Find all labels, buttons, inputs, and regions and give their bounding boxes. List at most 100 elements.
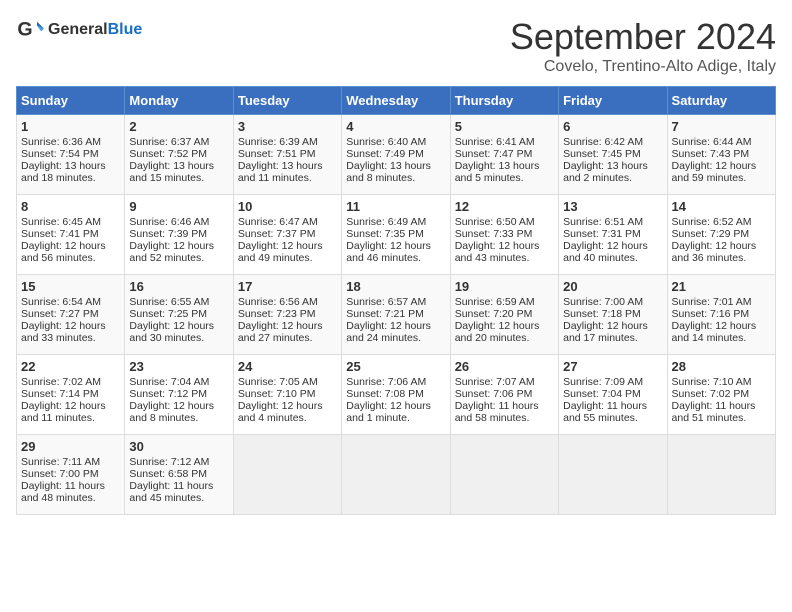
day-number: 24	[238, 359, 337, 374]
calendar-week-row: 22Sunrise: 7:02 AMSunset: 7:14 PMDayligh…	[17, 355, 776, 435]
daylight-text: Daylight: 12 hours and 14 minutes.	[672, 320, 757, 344]
day-number: 2	[129, 119, 228, 134]
sunrise-text: Sunrise: 6:44 AM	[672, 136, 752, 148]
calendar-cell: 30Sunrise: 7:12 AMSunset: 6:58 PMDayligh…	[125, 435, 233, 515]
daylight-text: Daylight: 12 hours and 49 minutes.	[238, 240, 323, 264]
day-number: 13	[563, 199, 662, 214]
daylight-text: Daylight: 11 hours and 48 minutes.	[21, 480, 105, 504]
day-number: 28	[672, 359, 771, 374]
sunrise-text: Sunrise: 6:42 AM	[563, 136, 643, 148]
sunset-text: Sunset: 7:31 PM	[563, 228, 641, 240]
calendar-cell: 22Sunrise: 7:02 AMSunset: 7:14 PMDayligh…	[17, 355, 125, 435]
sunset-text: Sunset: 7:43 PM	[672, 148, 750, 160]
day-number: 26	[455, 359, 554, 374]
sunrise-text: Sunrise: 6:55 AM	[129, 296, 209, 308]
daylight-text: Daylight: 12 hours and 1 minute.	[346, 400, 431, 424]
calendar-cell: 23Sunrise: 7:04 AMSunset: 7:12 PMDayligh…	[125, 355, 233, 435]
daylight-text: Daylight: 13 hours and 5 minutes.	[455, 160, 540, 184]
calendar-cell: 17Sunrise: 6:56 AMSunset: 7:23 PMDayligh…	[233, 275, 341, 355]
calendar-cell: 21Sunrise: 7:01 AMSunset: 7:16 PMDayligh…	[667, 275, 775, 355]
sunset-text: Sunset: 7:54 PM	[21, 148, 99, 160]
sunset-text: Sunset: 7:39 PM	[129, 228, 207, 240]
calendar-cell	[450, 435, 558, 515]
daylight-text: Daylight: 13 hours and 8 minutes.	[346, 160, 431, 184]
day-number: 25	[346, 359, 445, 374]
calendar-week-row: 15Sunrise: 6:54 AMSunset: 7:27 PMDayligh…	[17, 275, 776, 355]
sunset-text: Sunset: 7:41 PM	[21, 228, 99, 240]
calendar-cell: 11Sunrise: 6:49 AMSunset: 7:35 PMDayligh…	[342, 195, 450, 275]
sunset-text: Sunset: 7:29 PM	[672, 228, 750, 240]
col-header-wednesday: Wednesday	[342, 87, 450, 115]
day-number: 29	[21, 439, 120, 454]
calendar-cell: 18 Sunrise: 6:57 AMSunset: 7:21 PMDayligh…	[342, 275, 450, 355]
daylight-text: Daylight: 12 hours and 8 minutes.	[129, 400, 214, 424]
sunrise-text: Sunrise: 6:57 AM	[346, 296, 426, 308]
sunset-text: Sunset: 7:08 PM	[346, 388, 424, 400]
day-number: 1	[21, 119, 120, 134]
calendar-cell: 19Sunrise: 6:59 AMSunset: 7:20 PMDayligh…	[450, 275, 558, 355]
calendar-cell: 5Sunrise: 6:41 AMSunset: 7:47 PMDaylight…	[450, 115, 558, 195]
sunset-text: Sunset: 7:20 PM	[455, 308, 533, 320]
sunset-text: Sunset: 6:58 PM	[129, 468, 207, 480]
col-header-tuesday: Tuesday	[233, 87, 341, 115]
calendar-week-row: 8 Sunrise: 6:45 AMSunset: 7:41 PM Daylight…	[17, 195, 776, 275]
day-number: 18	[346, 279, 445, 294]
calendar-cell: 27Sunrise: 7:09 AMSunset: 7:04 PMDayligh…	[559, 355, 667, 435]
daylight-text: Daylight: 12 hours and 20 minutes.	[455, 320, 540, 344]
col-header-thursday: Thursday	[450, 87, 558, 115]
sunset-text: Sunset: 7:33 PM	[455, 228, 533, 240]
daylight-text: Daylight: 12 hours and 46 minutes.	[346, 240, 431, 264]
sunrise-text: Sunrise: 6:51 AM	[563, 216, 643, 228]
calendar-cell: 25Sunrise: 7:06 AMSunset: 7:08 PMDayligh…	[342, 355, 450, 435]
month-title: September 2024	[510, 16, 776, 58]
col-header-sunday: Sunday	[17, 87, 125, 115]
day-number: 6	[563, 119, 662, 134]
day-number: 10	[238, 199, 337, 214]
sunrise-text: Sunrise: 6:56 AM	[238, 296, 318, 308]
calendar-cell: 14Sunrise: 6:52 AMSunset: 7:29 PMDayligh…	[667, 195, 775, 275]
sunrise-text: Sunrise: 6:39 AM	[238, 136, 318, 148]
day-number: 4	[346, 119, 445, 134]
day-number: 23	[129, 359, 228, 374]
logo-icon: G	[16, 16, 44, 44]
sunset-text: Sunset: 7:10 PM	[238, 388, 316, 400]
sunrise-text: Sunrise: 6:45 AM	[21, 216, 101, 228]
day-number: 12	[455, 199, 554, 214]
sunrise-text: Sunrise: 6:50 AM	[455, 216, 535, 228]
daylight-text: Daylight: 12 hours and 40 minutes.	[563, 240, 648, 264]
calendar-cell	[233, 435, 341, 515]
svg-text:G: G	[17, 19, 32, 41]
daylight-text: Daylight: 11 hours and 55 minutes.	[563, 400, 647, 424]
sunset-text: Sunset: 7:06 PM	[455, 388, 533, 400]
daylight-text: Daylight: 12 hours and 27 minutes.	[238, 320, 323, 344]
calendar-cell: 26Sunrise: 7:07 AMSunset: 7:06 PMDayligh…	[450, 355, 558, 435]
daylight-text: Daylight: 13 hours and 11 minutes.	[238, 160, 323, 184]
daylight-text: Daylight: 12 hours and 43 minutes.	[455, 240, 540, 264]
daylight-text: Daylight: 12 hours and 36 minutes.	[672, 240, 757, 264]
logo-text-general: General	[48, 21, 108, 38]
daylight-text: Daylight: 12 hours and 11 minutes.	[21, 400, 106, 424]
daylight-text: Daylight: 11 hours and 58 minutes.	[455, 400, 539, 424]
sunrise-text: Sunrise: 6:37 AM	[129, 136, 209, 148]
day-number: 19	[455, 279, 554, 294]
calendar-cell	[559, 435, 667, 515]
sunrise-text: Sunrise: 7:04 AM	[129, 376, 209, 388]
sunset-text: Sunset: 7:21 PM	[346, 308, 424, 320]
daylight-text: Daylight: 13 hours and 18 minutes.	[21, 160, 106, 184]
calendar-table: SundayMondayTuesdayWednesdayThursdayFrid…	[16, 86, 776, 515]
sunset-text: Sunset: 7:00 PM	[21, 468, 99, 480]
daylight-text: Daylight: 12 hours and 24 minutes.	[346, 320, 431, 344]
sunset-text: Sunset: 7:18 PM	[563, 308, 641, 320]
sunrise-text: Sunrise: 7:11 AM	[21, 456, 100, 468]
day-number: 8	[21, 199, 120, 214]
daylight-text: Daylight: 12 hours and 33 minutes.	[21, 320, 106, 344]
calendar-cell: 20Sunrise: 7:00 AMSunset: 7:18 PMDayligh…	[559, 275, 667, 355]
calendar-cell: 15Sunrise: 6:54 AMSunset: 7:27 PMDayligh…	[17, 275, 125, 355]
col-header-friday: Friday	[559, 87, 667, 115]
daylight-text: Daylight: 11 hours and 45 minutes.	[129, 480, 213, 504]
sunrise-text: Sunrise: 6:41 AM	[455, 136, 535, 148]
sunset-text: Sunset: 7:27 PM	[21, 308, 99, 320]
logo: G GeneralBlue	[16, 16, 142, 44]
calendar-cell: 6Sunrise: 6:42 AMSunset: 7:45 PMDaylight…	[559, 115, 667, 195]
calendar-cell: 13 Sunrise: 6:51 AMSunset: 7:31 PMDayligh…	[559, 195, 667, 275]
